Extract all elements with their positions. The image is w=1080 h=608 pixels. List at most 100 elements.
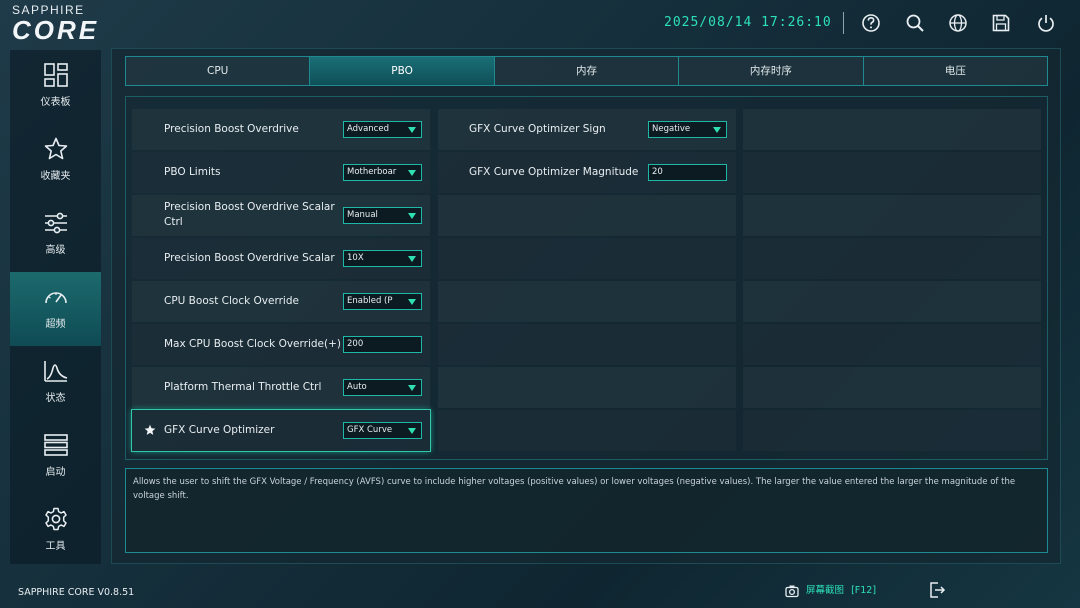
exit-icon[interactable] (928, 581, 946, 599)
dropdown-arrow-icon (408, 299, 416, 305)
select-value: Motherboar (347, 167, 397, 177)
pbo-scalar-select[interactable]: 10X (343, 250, 422, 267)
select-value: Negative (652, 124, 691, 134)
cpu-boost-clock-override-select[interactable]: Enabled (P (343, 293, 422, 310)
tab-cpu[interactable]: CPU (126, 57, 311, 85)
sidebar-item-advanced[interactable]: 高级 (10, 198, 101, 272)
sidebar: 仪表板 收藏夹 高级 超频 状态 启动 工具 (10, 50, 101, 564)
top-bar: SAPPHIRE CORE 2025/08/14 17:26:10 (0, 0, 1080, 50)
sidebar-item-label: 工具 (45, 541, 66, 552)
tab-pbo[interactable]: PBO (310, 57, 495, 85)
empty-cell (743, 367, 1041, 408)
dropdown-arrow-icon (408, 385, 416, 391)
setting-row: Platform Thermal Throttle Ctrl Auto (132, 367, 430, 408)
help-icon[interactable] (860, 12, 882, 34)
sidebar-item-label: 启动 (45, 467, 66, 478)
dropdown-arrow-icon (408, 170, 416, 176)
setting-label: GFX Curve Optimizer Magnitude (469, 166, 639, 178)
sidebar-item-label: 仪表板 (40, 97, 71, 108)
exit-area[interactable] (928, 578, 1078, 602)
setting-label: CPU Boost Clock Override (164, 295, 299, 307)
favorite-star-icon[interactable] (144, 424, 156, 436)
empty-cell (743, 324, 1041, 365)
sidebar-item-label: 高级 (45, 245, 66, 256)
empty-cell (743, 195, 1041, 236)
sliders-icon (45, 212, 67, 234)
gfx-curve-optimizer-magnitude-input[interactable]: 20 (648, 164, 727, 181)
gfx-curve-optimizer-select[interactable]: GFX Curve (343, 422, 422, 439)
setting-label: PBO Limits (164, 166, 221, 178)
power-icon[interactable] (1035, 12, 1057, 34)
chart-icon (44, 361, 68, 382)
precision-boost-overdrive-select[interactable]: Advanced (343, 121, 422, 138)
sidebar-item-boot[interactable]: 启动 (10, 420, 101, 494)
setting-label: GFX Curve Optimizer Sign (469, 123, 606, 135)
app-logo: SAPPHIRE CORE (12, 3, 132, 43)
tab-bar: CPU PBO 内存 内存时序 电压 (125, 56, 1048, 86)
setting-row-selected[interactable]: GFX Curve Optimizer GFX Curve (131, 409, 431, 452)
tab-voltage[interactable]: 电压 (863, 57, 1048, 85)
dropdown-arrow-icon (408, 256, 416, 262)
empty-cell (438, 324, 736, 365)
max-cpu-boost-clock-override-input[interactable]: 200 (343, 336, 422, 353)
select-value: 10X (347, 253, 364, 263)
empty-cell (743, 238, 1041, 279)
sidebar-item-label: 超频 (45, 319, 66, 330)
settings-grid: Precision Boost Overdrive Advanced PBO L… (125, 96, 1048, 460)
setting-label: Max CPU Boost Clock Override(+) (164, 338, 341, 350)
setting-label: Platform Thermal Throttle Ctrl (164, 381, 322, 393)
tab-memory[interactable]: 内存 (494, 57, 680, 85)
setting-row: Precision Boost Overdrive Advanced (132, 109, 430, 150)
empty-cell (438, 238, 736, 279)
setting-row: CPU Boost Clock Override Enabled (P (132, 281, 430, 322)
gear-icon (45, 507, 67, 531)
pbo-limits-select[interactable]: Motherboar (343, 164, 422, 181)
sidebar-item-status[interactable]: 状态 (10, 346, 101, 420)
setting-row: Precision Boost Overdrive Scalar Ctrl Ma… (132, 195, 430, 236)
dashboard-icon (44, 63, 68, 87)
setting-label: Precision Boost Overdrive (164, 123, 299, 135)
dropdown-arrow-icon (408, 127, 416, 133)
sidebar-item-label: 收藏夹 (40, 171, 71, 182)
boot-icon (44, 434, 68, 456)
sidebar-item-overclock[interactable]: 超频 (10, 272, 101, 346)
dropdown-arrow-icon (408, 428, 416, 434)
setting-row: Max CPU Boost Clock Override(+) 200 (132, 324, 430, 365)
sidebar-item-dashboard[interactable]: 仪表板 (10, 50, 101, 124)
platform-thermal-throttle-select[interactable]: Auto (343, 379, 422, 396)
tab-memory-timing[interactable]: 内存时序 (679, 57, 864, 85)
sidebar-item-favorites[interactable]: 收藏夹 (10, 124, 101, 198)
input-value: 200 (347, 339, 364, 349)
select-value: Advanced (347, 124, 389, 134)
empty-cell (743, 109, 1041, 150)
divider (843, 12, 844, 34)
setting-row: PBO Limits Motherboar (132, 152, 430, 193)
dropdown-arrow-icon (713, 127, 721, 133)
select-value: Enabled (P (347, 296, 393, 306)
camera-icon (785, 585, 799, 597)
globe-icon[interactable] (947, 12, 969, 34)
logo-brand-main: CORE (12, 15, 100, 45)
select-value: Auto (347, 382, 367, 392)
setting-label: GFX Curve Optimizer (164, 424, 275, 436)
setting-label: Precision Boost Overdrive Scalar Ctrl (164, 201, 335, 228)
empty-cell (743, 410, 1041, 451)
save-icon[interactable] (990, 12, 1012, 34)
select-value: GFX Curve (347, 425, 393, 435)
star-icon (44, 137, 68, 160)
setting-row: Precision Boost Overdrive Scalar 10X (132, 238, 430, 279)
empty-cell (438, 195, 736, 236)
input-value: 20 (652, 167, 663, 177)
search-icon[interactable] (904, 12, 926, 34)
empty-cell (438, 281, 736, 322)
sidebar-item-tools[interactable]: 工具 (10, 494, 101, 568)
datetime-display: 2025/08/14 17:26:10 (664, 15, 832, 30)
gfx-curve-optimizer-sign-select[interactable]: Negative (648, 121, 727, 138)
description-panel: Allows the user to shift the GFX Voltage… (125, 468, 1048, 553)
setting-row: GFX Curve Optimizer Magnitude 20 (438, 152, 736, 193)
screenshot-button[interactable]: 屏幕截图 [F12] (785, 582, 876, 598)
empty-cell (438, 367, 736, 408)
version-label: SAPPHIRE CORE V0.8.51 (18, 587, 135, 598)
pbo-scalar-ctrl-select[interactable]: Manual (343, 207, 422, 224)
screenshot-key: [F12] (851, 585, 877, 596)
